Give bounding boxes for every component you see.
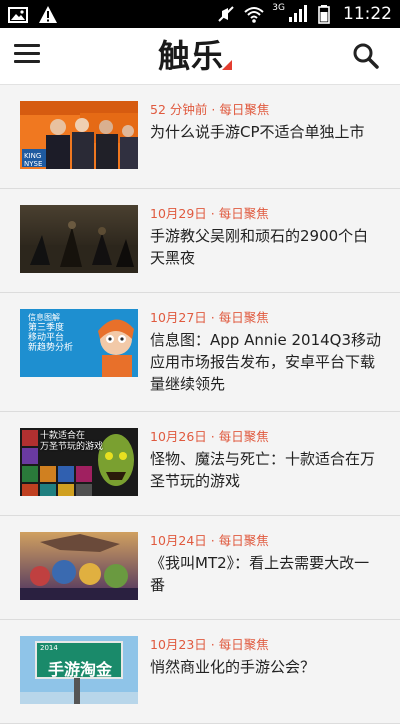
warning-icon (39, 6, 57, 23)
article-thumbnail: 十款适合在 万圣节玩的游戏 (20, 428, 138, 496)
article-meta: 52 分钟前 · 每日聚焦 (150, 102, 270, 117)
article-feed: KING NYSE 52 分钟前 · 每日聚焦 为什么说手游CP不适合单独上市 (0, 85, 400, 724)
article-title: 悄然商业化的手游公会？ (150, 658, 316, 676)
network-type: 3G (272, 3, 285, 13)
article-meta: 10月29日 · 每日聚焦 (150, 206, 269, 221)
thumbnail-caption: 十款适合在 万圣节玩的游戏 (40, 431, 104, 452)
article-category: 每日聚焦 (218, 310, 269, 325)
article-meta: 10月24日 · 每日聚焦 (150, 533, 269, 548)
wifi-icon (244, 7, 264, 23)
article-item[interactable]: 2014 手游淘金 10月23日 · 每日聚焦 悄然商业化的手游公会？ (0, 620, 400, 724)
article-title: 信息图：App Annie 2014Q3移动应用市场报告发布，安卓平台下载量继续… (150, 331, 382, 393)
article-time: 10月24日 (150, 533, 207, 548)
battery-icon (318, 5, 330, 24)
article-item[interactable]: 十款适合在 万圣节玩的游戏 10月26日 · 每日聚焦 怪物、魔法与死亡：十款适… (0, 412, 400, 516)
article-time: 10月26日 (150, 429, 207, 444)
article-time: 52 分钟前 (150, 102, 208, 117)
article-time: 10月27日 (150, 310, 207, 325)
signal-icon (289, 5, 307, 22)
status-bar: 3G 11:22 (0, 0, 400, 28)
article-category: 每日聚焦 (218, 637, 269, 652)
article-item[interactable]: 10月24日 · 每日聚焦 《我叫MT2》：看上去需要大改一番 (0, 516, 400, 620)
search-icon[interactable] (352, 42, 380, 70)
article-thumbnail: KING NYSE (20, 101, 138, 169)
app-bar: 触乐 (0, 28, 400, 85)
article-time: 10月29日 (150, 206, 207, 221)
article-thumbnail: 信息图解 第三季度 移动平台 新趋势分析 (20, 309, 138, 377)
thumbnail-year: 2014 (40, 644, 58, 652)
article-meta: 10月26日 · 每日聚焦 (150, 429, 269, 444)
article-title: 怪物、魔法与死亡：十款适合在万圣节玩的游戏 (150, 450, 376, 490)
article-item[interactable]: KING NYSE 52 分钟前 · 每日聚焦 为什么说手游CP不适合单独上市 (0, 85, 400, 189)
article-thumbnail (20, 532, 138, 600)
article-item[interactable]: 信息图解 第三季度 移动平台 新趋势分析 10月27日 · 每日聚焦 信息图：A… (0, 293, 400, 412)
article-title: 手游教父吴刚和顽石的2900个白天黑夜 (150, 227, 369, 267)
app-logo: 触乐 (158, 36, 233, 76)
article-title: 《我叫MT2》：看上去需要大改一番 (150, 554, 370, 594)
article-item[interactable]: 10月29日 · 每日聚焦 手游教父吴刚和顽石的2900个白天黑夜 (0, 189, 400, 293)
logo-mark (222, 60, 233, 70)
svg-text:NYSE: NYSE (24, 160, 42, 168)
article-category: 每日聚焦 (218, 206, 269, 221)
svg-text:KING: KING (24, 152, 41, 160)
logo-text: 触乐 (158, 37, 225, 75)
thumbnail-caption: 手游淘金 (47, 660, 112, 679)
clock: 11:22 (343, 4, 392, 24)
article-thumbnail: 2014 手游淘金 (20, 636, 138, 704)
article-title: 为什么说手游CP不适合单独上市 (150, 123, 365, 141)
article-category: 每日聚焦 (218, 533, 269, 548)
article-category: 每日聚焦 (219, 102, 270, 117)
mute-icon (218, 6, 235, 22)
article-time: 10月23日 (150, 637, 207, 652)
article-meta: 10月27日 · 每日聚焦 (150, 310, 269, 325)
article-meta: 10月23日 · 每日聚焦 (150, 637, 269, 652)
article-thumbnail (20, 205, 138, 273)
article-category: 每日聚焦 (218, 429, 269, 444)
menu-icon[interactable] (14, 44, 40, 68)
image-icon (8, 7, 28, 23)
thumbnail-caption: 信息图解 第三季度 移动平台 新趋势分析 (28, 313, 74, 353)
